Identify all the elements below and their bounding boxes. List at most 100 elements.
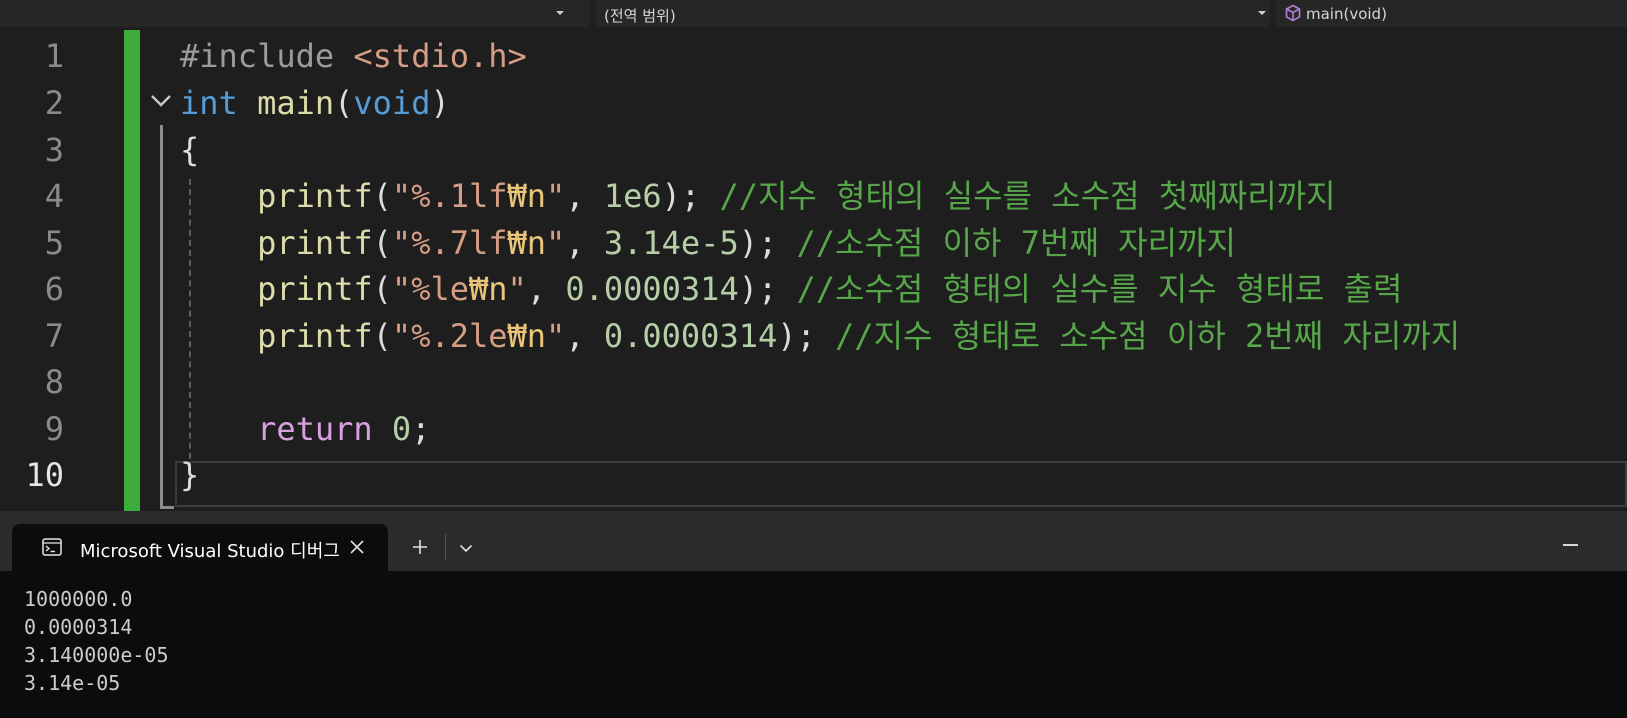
- brace: }: [180, 456, 200, 494]
- code-line[interactable]: int main(void): [180, 79, 450, 127]
- dropdown-arrow-icon[interactable]: [556, 11, 564, 15]
- comma: ,: [565, 177, 604, 215]
- statement-end: ;: [411, 410, 431, 448]
- string-quote: ": [391, 224, 412, 262]
- number-literal: 0: [391, 410, 412, 448]
- escape-sequence: ₩n: [507, 177, 547, 215]
- dropdown-arrow-icon[interactable]: [1258, 11, 1266, 15]
- format-specifier: %.1lf: [411, 177, 508, 215]
- paren: (: [372, 177, 392, 215]
- function-label: main(void): [1306, 5, 1387, 23]
- scope-label: (전역 범위): [604, 7, 676, 25]
- function-call: printf: [257, 224, 373, 262]
- scope-dropdown[interactable]: (전역 범위): [596, 0, 1270, 27]
- output-line: 1000000.0: [24, 587, 133, 611]
- function-call: printf: [257, 270, 373, 308]
- string-quote: ": [391, 270, 412, 308]
- string-quote: ": [391, 177, 412, 215]
- format-specifier: %le: [411, 270, 469, 308]
- comment: //지수 형태로 소수점 이하 2번째 자리까지: [815, 317, 1461, 355]
- paren: (: [372, 224, 392, 262]
- preprocessor-directive: #include: [180, 37, 335, 75]
- statement-end: );: [777, 317, 816, 355]
- param-keyword: void: [353, 84, 431, 122]
- number-literal: 1e6: [603, 177, 662, 215]
- tab-title: Microsoft Visual Studio 디버그: [80, 541, 340, 562]
- scope-guide-line: [160, 125, 163, 509]
- line-number: 9: [44, 410, 64, 448]
- line-number: 3: [44, 131, 64, 169]
- tab-strip: Microsoft Visual Studio 디버그: [0, 511, 1627, 571]
- format-specifier: %.7lf: [411, 224, 508, 262]
- code-line[interactable]: printf("%.1lf₩n", 1e6); //지수 형태의 실수를 소수점…: [180, 172, 1336, 220]
- plus-icon[interactable]: [412, 539, 428, 555]
- paren: (: [334, 84, 354, 122]
- code-line[interactable]: return 0;: [180, 405, 430, 453]
- tab-separator: [445, 534, 446, 560]
- code-line[interactable]: #include <stdio.h>: [180, 32, 527, 80]
- statement-end: );: [661, 177, 701, 215]
- comma: ,: [526, 270, 566, 308]
- code-line[interactable]: printf("%le₩n", 0.0000314); //소수점 형태의 실수…: [180, 265, 1402, 313]
- code-line[interactable]: {: [180, 126, 199, 174]
- escape-sequence: ₩n: [507, 224, 547, 262]
- output-line: 0.0000314: [24, 615, 133, 639]
- cube-icon: [1285, 4, 1301, 22]
- command-prompt-icon: [42, 538, 62, 556]
- change-tracking-bar: [124, 30, 140, 511]
- line-number: 8: [44, 363, 64, 401]
- return-keyword: return: [257, 410, 373, 448]
- chevron-down-icon[interactable]: [459, 544, 473, 553]
- paren: ): [430, 84, 450, 122]
- code-line[interactable]: printf("%.2le₩n", 0.0000314); //지수 형태로 소…: [180, 312, 1460, 360]
- statement-end: );: [738, 270, 778, 308]
- escape-sequence: ₩n: [468, 270, 508, 308]
- comma: ,: [565, 317, 604, 355]
- close-icon[interactable]: [349, 539, 365, 555]
- number-literal: 3.14e-5: [603, 224, 739, 262]
- scope-guide-end: [160, 506, 174, 509]
- navigation-bar: (전역 범위) main(void): [0, 0, 1627, 27]
- fold-chevron-icon[interactable]: [150, 93, 172, 109]
- escape-sequence: ₩n: [507, 317, 547, 355]
- statement-end: );: [738, 224, 778, 262]
- type-keyword: int: [180, 84, 238, 122]
- comment: //소수점 형태의 실수를 지수 형태로 출력: [777, 270, 1403, 308]
- string-quote: ": [546, 224, 566, 262]
- tab-debug-console[interactable]: Microsoft Visual Studio 디버그: [12, 524, 388, 571]
- function-call: printf: [257, 177, 373, 215]
- current-line-highlight: [175, 461, 1627, 507]
- console-output: 1000000.0 0.0000314 3.140000e-05 3.14e-0…: [24, 585, 1604, 697]
- function-dropdown[interactable]: main(void): [1276, 0, 1627, 27]
- output-line: 3.140000e-05: [24, 643, 169, 667]
- include-header: <stdio.h>: [353, 37, 527, 75]
- line-number: 6: [44, 270, 64, 308]
- line-number: 2: [44, 84, 64, 122]
- minimize-icon[interactable]: [1563, 544, 1578, 546]
- line-number: 5: [44, 224, 64, 262]
- comma: ,: [565, 224, 604, 262]
- line-number: 1: [44, 37, 64, 75]
- string-quote: ": [546, 177, 566, 215]
- comment: //소수점 이하 7번째 자리까지: [777, 224, 1236, 262]
- output-line: 3.14e-05: [24, 671, 121, 695]
- code-editor[interactable]: 1 2 3 4 5 6 7 8 9 10 #include <stdio.h> …: [0, 27, 1627, 511]
- number-literal: 0.0000314: [603, 317, 778, 355]
- debug-console-window: Microsoft Visual Studio 디버그 1000000.0 0.…: [0, 511, 1627, 718]
- line-number: 10: [25, 456, 64, 494]
- function-name: main: [257, 84, 335, 122]
- code-line[interactable]: printf("%.7lf₩n", 3.14e-5); //소수점 이하 7번째…: [180, 219, 1236, 267]
- string-quote: ": [507, 270, 527, 308]
- paren: (: [372, 270, 392, 308]
- string-quote: ": [391, 317, 412, 355]
- line-number: 7: [44, 317, 64, 355]
- comment: //지수 형태의 실수를 소수점 첫째짜리까지: [700, 177, 1336, 215]
- brace: {: [180, 131, 200, 169]
- paren: (: [372, 317, 392, 355]
- number-literal: 0.0000314: [565, 270, 739, 308]
- code-line[interactable]: }: [180, 451, 199, 499]
- function-call: printf: [257, 317, 373, 355]
- project-dropdown[interactable]: [0, 0, 590, 27]
- line-number: 4: [44, 177, 64, 215]
- string-quote: ": [546, 317, 566, 355]
